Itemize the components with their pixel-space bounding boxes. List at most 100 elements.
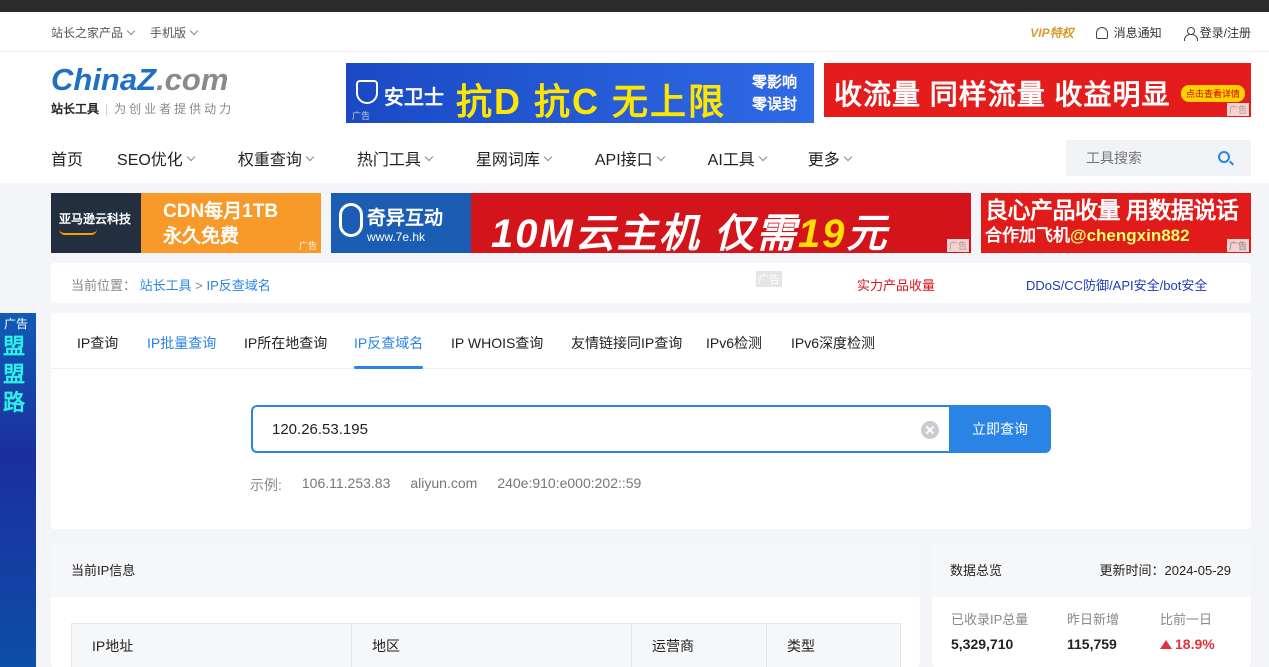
ad-banner-anweishi[interactable]: 安卫士 抗D 抗C 无上限 零影响 零误封 广告 (346, 63, 814, 123)
mobile-menu-label: 手机版 (150, 25, 187, 40)
stat-value: 18.9% (1160, 636, 1215, 652)
ad-label: 广告 (298, 241, 317, 251)
nav-weight[interactable]: 权重查询 (237, 146, 315, 170)
nav-lexicon[interactable]: 星网词库 (475, 146, 553, 170)
tool-search (1066, 140, 1251, 176)
ad-label: 广告 (1226, 239, 1249, 252)
logo-slogan: 站长工具 | 为创业者提供动力 (51, 101, 235, 117)
nav-ai-tools-label: AI工具 (707, 152, 755, 169)
nav-seo-label: SEO优化 (117, 152, 183, 169)
search-icon[interactable] (1218, 151, 1230, 163)
ad-qiyi-url: www.7e.hk (367, 230, 426, 244)
arrow-up-icon (1160, 640, 1172, 649)
cloud-icon (339, 203, 363, 237)
nav-api[interactable]: API接口 (595, 146, 665, 170)
logo-brand: ChinaZ.com (51, 62, 261, 98)
ad-label: 广告 (352, 111, 371, 121)
tool-search-input[interactable] (1066, 140, 1206, 176)
chevron-down-icon (543, 152, 553, 161)
vip-link[interactable]: VIP特权 (1030, 24, 1073, 41)
ad-qiyi-unit: 元 (846, 212, 889, 253)
breadcrumb-current[interactable]: IP反查域名 (207, 278, 271, 293)
tab-ip-whois[interactable]: IP WHOIS查询 (451, 333, 543, 353)
chevron-down-icon (843, 152, 853, 161)
ad-banner-qiyi[interactable]: 奇异互动 www.7e.hk 10M云主机 仅需19元 广告 (331, 193, 971, 253)
nav-hot-tools[interactable]: 热门工具 (356, 146, 434, 170)
ad-qiyi-price: 19 (797, 212, 847, 253)
examples-label: 示例: (250, 477, 282, 493)
ad-flow-button: 点击查看详情 (1180, 85, 1245, 102)
ad-label: 广告 (756, 271, 782, 287)
tab-friendlink-ip[interactable]: 友情链接同IP查询 (571, 333, 682, 353)
clear-icon[interactable] (921, 421, 939, 439)
chevron-down-icon (424, 152, 434, 161)
shield-icon (356, 80, 378, 104)
tab-ipv6-check[interactable]: IPv6检测 (706, 333, 762, 353)
ad-banner-liangxin[interactable]: 良心产品收量 用数据说话 合作加飞机@chengxin882 广告 (981, 193, 1251, 253)
nav-seo[interactable]: SEO优化 (117, 146, 196, 170)
nav-home[interactable]: 首页 (51, 146, 83, 170)
nav-ai-tools[interactable]: AI工具 (707, 146, 768, 170)
products-menu[interactable]: 站长之家产品 (51, 24, 136, 41)
stats-card: 数据总览 更新时间：2024-05-29 已收录IP总量 5,329,710 昨… (932, 543, 1251, 667)
nav-more-label: 更多 (807, 152, 840, 169)
logo-slogan-text: 为创业者提供动力 (114, 102, 235, 116)
promo-link-blue[interactable]: DDoS/CC防御/API安全/bot安全 (1026, 275, 1207, 294)
nav-hot-tools-label: 热门工具 (356, 152, 421, 169)
example-link[interactable]: 106.11.253.83 (302, 475, 391, 495)
ad-banner-amazon[interactable]: 亚马逊云科技 CDN每月1TB 永久免费 广告 (51, 193, 321, 253)
stat-change: 比前一日 18.9% (1160, 609, 1215, 652)
ad-flow-headline: 收流量 同样流量 收益明显 (834, 79, 1171, 110)
stat-label: 比前一日 (1160, 612, 1213, 627)
nav-more[interactable]: 更多 (807, 146, 853, 170)
column-header: 类型 (766, 623, 901, 667)
ad-liangxin-handle: @chengxin882 (1070, 226, 1190, 245)
tab-ipv6-deep[interactable]: IPv6深度检测 (791, 333, 875, 353)
ad-amazon-left: 亚马逊云科技 (51, 193, 141, 253)
column-header: 地区 (351, 623, 632, 667)
ad-amazon-brand: 亚马逊云科技 (59, 212, 132, 226)
ad-liangxin-line1: 良心产品收量 用数据说话 (985, 197, 1239, 223)
ip-query-value: 120.26.53.195 (272, 421, 368, 438)
chevron-down-icon (758, 152, 768, 161)
tab-ip-reverse[interactable]: IP反查域名 (354, 333, 424, 369)
site-logo[interactable]: ChinaZ.com 站长工具 | 为创业者提供动力 (51, 62, 261, 122)
ad-banner-flow[interactable]: 收流量 同样流量 收益明显 点击查看详情 广告 (824, 63, 1251, 117)
column-header: 运营商 (631, 623, 767, 667)
query-button[interactable]: 立即查询 (949, 405, 1051, 453)
ad-qiyi-headline-a: 10M云主机 仅需 (491, 212, 798, 253)
ip-query-input[interactable]: 120.26.53.195 (251, 405, 951, 453)
example-link[interactable]: 240e:910:e000:202::59 (497, 475, 641, 495)
ad-label: 广告 (4, 317, 29, 331)
stat-value: 115,759 (1067, 636, 1117, 652)
nav-weight-label: 权重查询 (237, 152, 302, 169)
chevron-down-icon (305, 152, 315, 161)
column-header: IP地址 (71, 623, 352, 667)
login-link[interactable]: 登录/注册 (1183, 24, 1251, 41)
breadcrumb-bar: 当前位置： 站长工具 > IP反查域名 广告 实力产品收量 DDoS/CC防御/… (51, 263, 1251, 303)
mobile-menu[interactable]: 手机版 (150, 24, 199, 41)
ip-info-body: IP地址 地区 运营商 类型 (51, 597, 920, 667)
tab-ip-query[interactable]: IP查询 (77, 333, 118, 353)
stat-label: 已收录IP总量 (951, 612, 1029, 627)
tab-ip-batch[interactable]: IP批量查询 (147, 333, 216, 353)
ad-anweishi-sub: 零影响 零误封 (752, 72, 797, 116)
table-header-row: IP地址 地区 运营商 类型 (71, 623, 901, 667)
ad-amazon-line1: CDN每月1TB (163, 201, 279, 222)
notify-link[interactable]: 消息通知 (1095, 24, 1162, 41)
example-link[interactable]: aliyun.com (410, 475, 477, 495)
nav-lexicon-label: 星网词库 (475, 152, 540, 169)
tab-ip-location[interactable]: IP所在地查询 (244, 333, 327, 353)
user-icon (1183, 26, 1198, 41)
breadcrumb-home-link[interactable]: 站长工具 (140, 278, 192, 293)
stat-change-value: 18.9% (1175, 636, 1215, 652)
chevron-down-icon (186, 152, 196, 161)
query-examples: 示例: 106.11.253.83 aliyun.com 240e:910:e0… (250, 475, 641, 495)
ad-liangxin-line2: 合作加飞机@chengxin882 (985, 224, 1251, 248)
notify-label: 消息通知 (1113, 25, 1162, 40)
left-side-ad[interactable]: 广告 盟盟路 (0, 313, 36, 667)
ip-info-card: 当前IP信息 IP地址 地区 运营商 类型 (51, 543, 920, 667)
ad-label: 广告 (946, 239, 969, 252)
tool-tabs: IP查询 IP批量查询 IP所在地查询 IP反查域名 IP WHOIS查询 友情… (51, 313, 1251, 369)
promo-link-red[interactable]: 实力产品收量 (857, 275, 935, 294)
